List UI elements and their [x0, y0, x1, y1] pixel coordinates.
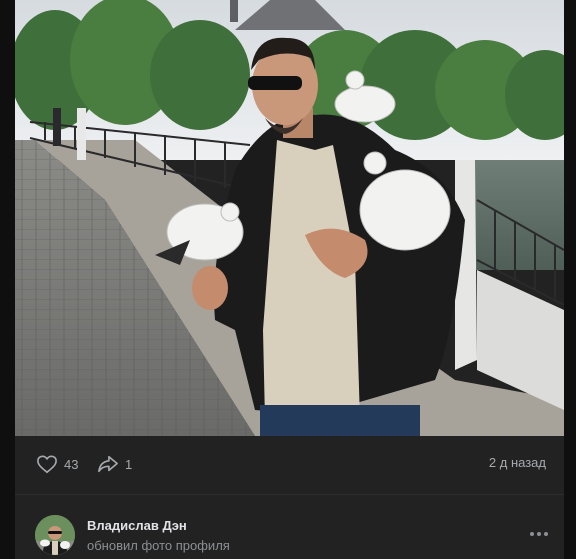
more-dots-icon[interactable]: [526, 527, 552, 541]
avatar[interactable]: [35, 515, 75, 555]
post-timestamp[interactable]: 2 д назад: [489, 455, 546, 470]
post-photo[interactable]: [15, 0, 564, 436]
share-count: 1: [125, 456, 133, 472]
avatar-image: [35, 515, 75, 555]
author-name[interactable]: Владислав Дэн: [87, 518, 187, 533]
share-arrow-icon: [98, 455, 118, 473]
like-count: 43: [64, 456, 79, 472]
dot: [544, 532, 548, 536]
share-button[interactable]: 1: [97, 452, 132, 476]
like-button[interactable]: 43: [36, 452, 78, 476]
dot: [537, 532, 541, 536]
post-actions: 43 1 2 д назад: [15, 436, 564, 494]
post-author-row: Владислав Дэн обновил фото профиля: [15, 495, 564, 559]
post-card: 43 1 2 д назад Владислав Дэн обновил фот…: [15, 0, 564, 559]
author-action-text: обновил фото профиля: [87, 538, 230, 553]
heart-icon: [37, 455, 57, 474]
dot: [530, 532, 534, 536]
